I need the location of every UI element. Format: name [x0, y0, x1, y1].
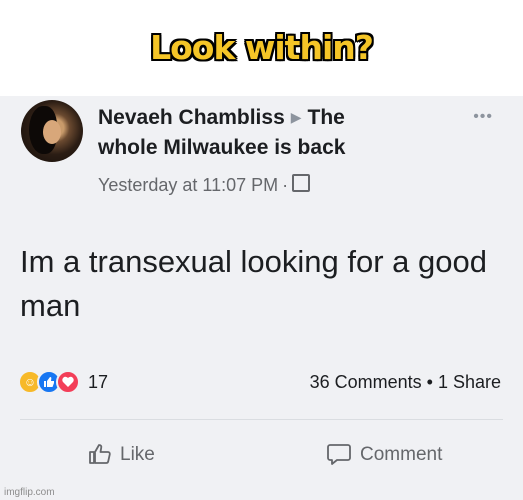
post-header-line-1: Nevaeh Chambliss ▶ The	[98, 106, 345, 130]
engagement-stats: 36 Comments • 1 Share	[310, 372, 501, 393]
comment-count[interactable]: 36 Comments	[310, 372, 422, 392]
share-count[interactable]: 1 Share	[438, 372, 501, 392]
group-name-part-1[interactable]: The	[308, 106, 345, 129]
comment-bubble-icon	[327, 444, 351, 465]
thumbs-up-icon	[89, 444, 111, 464]
globe-icon	[292, 174, 311, 192]
like-button[interactable]: Like	[88, 442, 155, 466]
imgflip-watermark: imgflip.com	[4, 487, 55, 498]
author-name[interactable]: Nevaeh Chambliss	[98, 106, 285, 129]
group-name-part-2[interactable]: whole Milwaukee is back	[98, 136, 345, 160]
stats-separator: •	[426, 372, 433, 392]
post-body-text: Im a transexual looking for a good man	[20, 244, 487, 323]
comment-button[interactable]: Comment	[326, 442, 442, 466]
reaction-count[interactable]: 17	[88, 372, 108, 393]
comment-label: Comment	[360, 444, 443, 465]
facebook-post-card: Nevaeh Chambliss ▶ The whole Milwaukee is …	[0, 96, 523, 500]
avatar-face	[43, 120, 61, 144]
love-reaction-icon	[56, 370, 80, 394]
meta-separator: ·	[282, 175, 289, 195]
more-options-icon[interactable]: •••	[473, 108, 493, 126]
triangle-arrow-icon: ▶	[290, 109, 302, 125]
like-label: Like	[120, 444, 155, 465]
post-meta: Yesterday at 11:07 PM ·	[98, 174, 311, 196]
post-timestamp[interactable]: Yesterday at 11:07 PM	[98, 175, 278, 195]
meme-caption: Look within?	[150, 28, 374, 67]
action-divider	[20, 419, 503, 420]
avatar[interactable]	[21, 100, 83, 162]
